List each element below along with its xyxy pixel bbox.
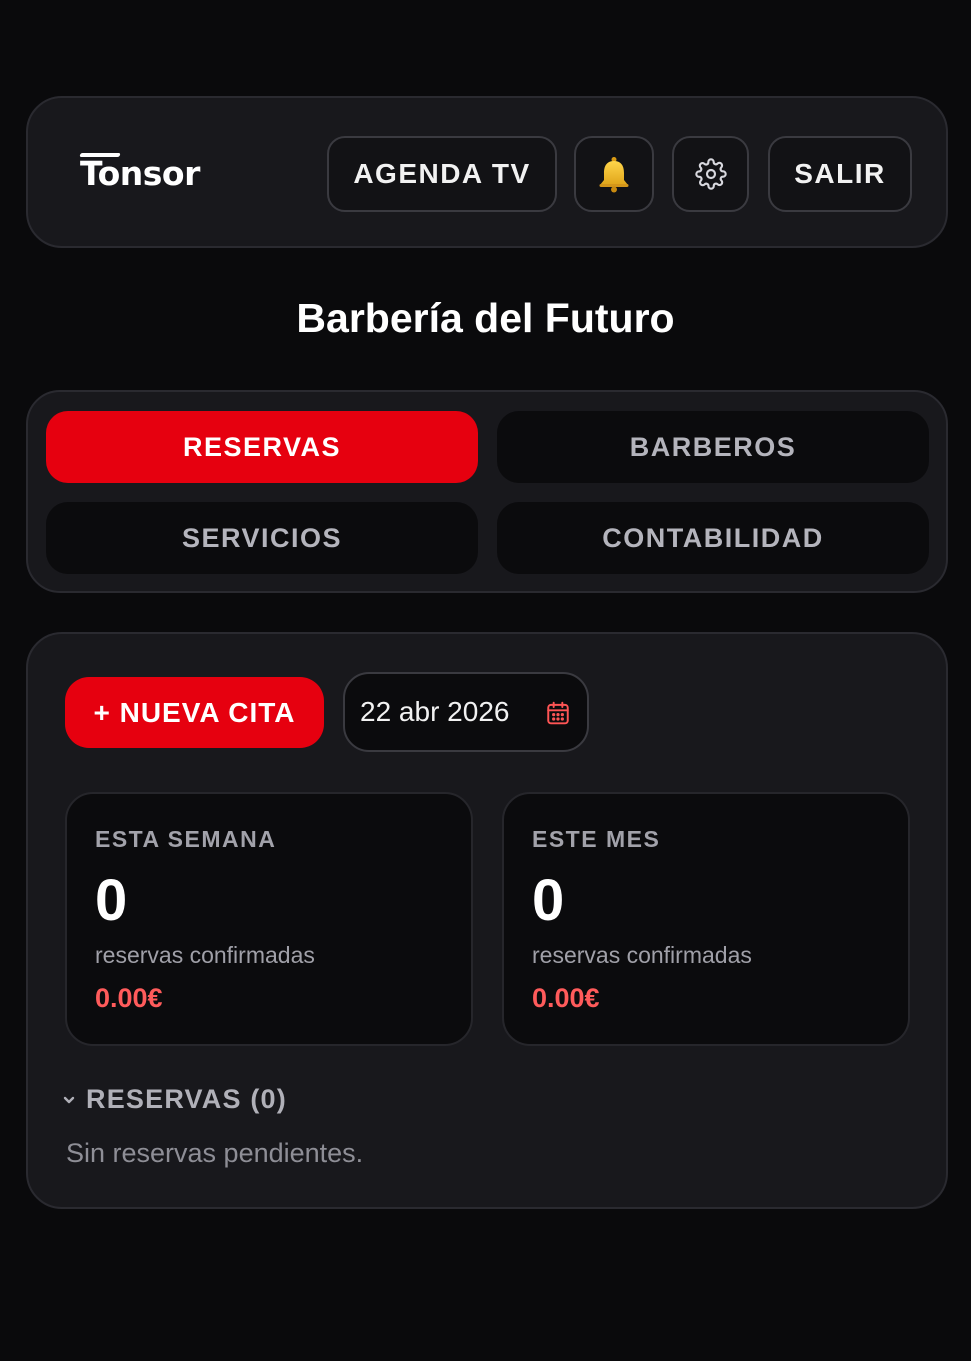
logo: Tonsor <box>80 154 200 193</box>
stat-count: 0 <box>95 868 128 933</box>
stat-label: ESTE MES <box>532 826 661 852</box>
stat-card-week: ESTA SEMANA 0 reservas confirmadas 0.00€ <box>65 792 473 1046</box>
app-header: Tonsor AGENDA TV SALIR <box>26 96 948 248</box>
notifications-button[interactable] <box>574 136 654 212</box>
logout-button[interactable]: SALIR <box>768 136 912 212</box>
settings-button[interactable] <box>672 136 749 212</box>
bell-icon <box>599 157 629 193</box>
stat-card-month: ESTE MES 0 reservas confirmadas 0.00€ <box>502 792 910 1046</box>
tab-contabilidad[interactable]: CONTABILIDAD <box>497 502 929 574</box>
chevron-down-icon <box>63 1096 75 1103</box>
stat-amount: 0.00€ <box>95 983 163 1013</box>
page-title: Barbería del Futuro <box>296 295 675 341</box>
agenda-tv-button[interactable]: AGENDA TV <box>327 136 557 212</box>
reservations-panel: + NUEVA CITA 22 abr 2026 ESTA SEMANA 0 r… <box>26 632 948 1209</box>
calendar-icon[interactable] <box>545 700 571 726</box>
stat-subtitle: reservas confirmadas <box>95 942 315 968</box>
new-appointment-button[interactable]: + NUEVA CITA <box>65 677 324 748</box>
tab-servicios[interactable]: SERVICIOS <box>46 502 478 574</box>
tab-barberos[interactable]: BARBEROS <box>497 411 929 483</box>
tab-bar: RESERVAS BARBEROS SERVICIOS CONTABILIDAD <box>26 390 948 593</box>
stat-amount: 0.00€ <box>532 983 600 1013</box>
stat-subtitle: reservas confirmadas <box>532 942 752 968</box>
stat-label: ESTA SEMANA <box>95 826 277 852</box>
empty-state-text: Sin reservas pendientes. <box>66 1138 364 1168</box>
date-value: 22 abr 2026 <box>360 696 510 727</box>
date-picker[interactable]: 22 abr 2026 <box>343 672 589 752</box>
gear-icon <box>694 158 727 190</box>
reservations-section-title: RESERVAS (0) <box>86 1084 287 1114</box>
tab-reservas[interactable]: RESERVAS <box>46 411 478 483</box>
reservations-section-toggle[interactable]: RESERVAS (0) <box>62 1084 287 1115</box>
stat-count: 0 <box>532 868 565 933</box>
